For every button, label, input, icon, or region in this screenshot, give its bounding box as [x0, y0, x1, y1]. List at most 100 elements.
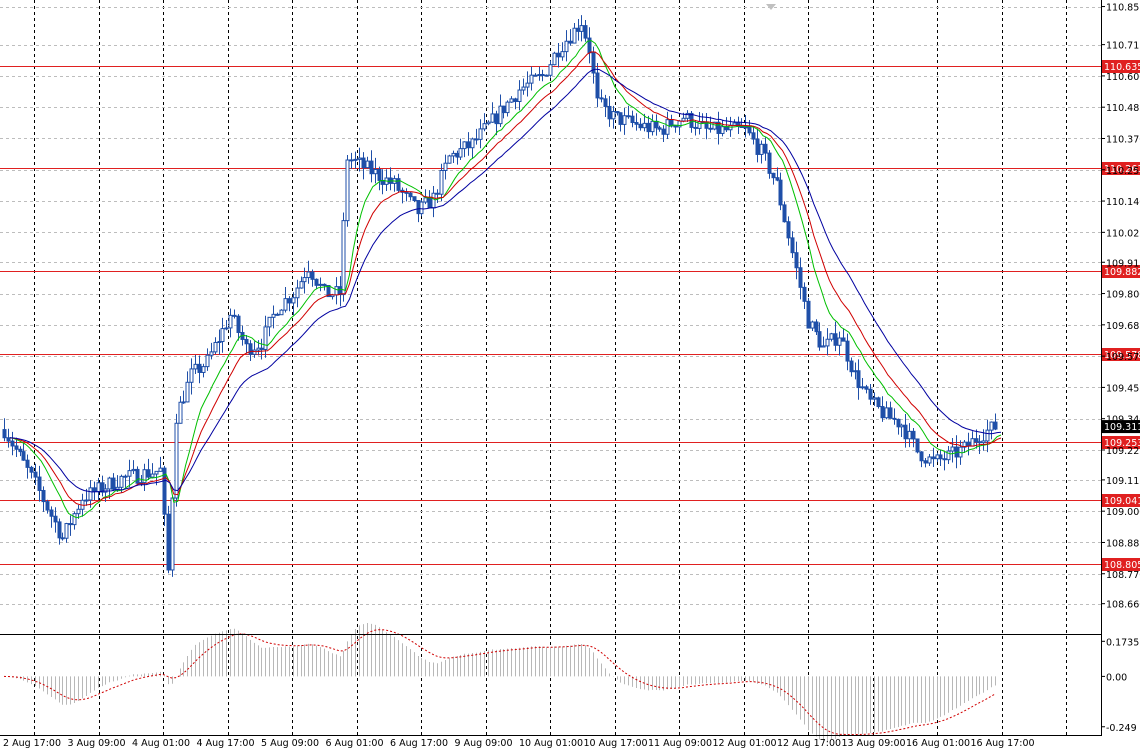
- price-tick-label: 110.025: [1106, 228, 1140, 239]
- candle-body: [64, 523, 69, 539]
- candle-body: [767, 152, 772, 174]
- oscillator-pane: 0.1735 0.00 -0.249: [3, 622, 1139, 742]
- candle-body: [287, 298, 292, 304]
- candle-body: [513, 98, 518, 102]
- time-tick-label: 9 Aug 09:00: [455, 738, 513, 749]
- candle-body: [318, 283, 323, 286]
- candle-body: [37, 476, 42, 491]
- time-tick-label: 3 Aug 09:00: [68, 738, 126, 749]
- candle-body: [985, 429, 990, 442]
- candle-body: [654, 120, 659, 129]
- candle-body: [572, 27, 577, 44]
- candle-body: [232, 314, 237, 317]
- time-tick-label: 4 Aug 01:00: [132, 738, 190, 749]
- candle-body: [462, 141, 467, 150]
- candle-body: [907, 430, 912, 440]
- candle-body: [341, 220, 346, 296]
- candle-body: [334, 286, 339, 296]
- candle-body: [529, 74, 534, 84]
- candle-body: [755, 138, 760, 155]
- candle-body: [872, 397, 877, 400]
- candle-body: [743, 126, 748, 129]
- candle-body: [724, 126, 729, 131]
- candle-body: [228, 314, 233, 329]
- candle-body: [150, 473, 155, 478]
- candle-body: [29, 466, 34, 473]
- candle-body: [829, 333, 834, 340]
- candle-body: [533, 74, 538, 77]
- candle-body: [283, 298, 288, 311]
- price-tick-label: 110.855: [1106, 3, 1140, 14]
- candle-body: [880, 406, 885, 419]
- candle-body: [408, 192, 413, 198]
- candle-body: [938, 454, 943, 460]
- candle-body: [841, 337, 846, 342]
- candle-body: [903, 424, 908, 440]
- candle-body: [661, 128, 666, 135]
- candle-body: [57, 521, 62, 539]
- candle-body: [802, 286, 807, 302]
- candle-body: [888, 407, 893, 419]
- candlestick-chart: 110.635110.261109.882109.578109.253109.0…: [0, 0, 1140, 749]
- candle-body: [201, 366, 206, 373]
- candle-body: [821, 345, 826, 348]
- price-tick-label: 110.485: [1106, 103, 1140, 114]
- candle-body: [349, 159, 354, 162]
- candle-body: [345, 159, 350, 222]
- price-tick-label: 109.000: [1106, 507, 1140, 518]
- candle-body: [490, 113, 495, 123]
- oscillator-tick-label: 0.00: [1106, 672, 1127, 683]
- time-tick-label: 12 Aug 17:00: [777, 738, 841, 749]
- candle-body: [466, 141, 471, 149]
- candle-body: [860, 386, 865, 389]
- candle-body: [353, 158, 358, 161]
- candle-body: [447, 155, 452, 164]
- candle-body: [166, 513, 171, 571]
- candle-body: [845, 340, 850, 362]
- candle-body: [72, 513, 77, 526]
- candle-body: [419, 201, 424, 215]
- candle-body: [209, 351, 214, 356]
- candle-body: [41, 489, 46, 503]
- candle-body: [220, 328, 225, 343]
- candle-body: [693, 126, 698, 129]
- candle-body: [478, 128, 483, 140]
- time-tick-label: 10 Aug 01:00: [519, 738, 583, 749]
- candle-body: [6, 437, 11, 442]
- candle-body: [458, 148, 463, 158]
- candle-body: [248, 343, 253, 355]
- candle-body: [630, 115, 635, 124]
- price-tick-label: 109.340: [1106, 415, 1140, 426]
- candle-body: [650, 120, 655, 133]
- price-tick-label: 109.115: [1106, 476, 1140, 487]
- time-tick-label: 12 Aug 01:00: [713, 738, 777, 749]
- candle-body: [607, 105, 612, 120]
- candle-body: [665, 119, 670, 135]
- candle-body: [373, 169, 378, 175]
- candle-body: [322, 283, 327, 286]
- candle-body: [259, 347, 264, 350]
- candle-body: [560, 51, 565, 58]
- price-tick-label: 108.660: [1106, 600, 1140, 611]
- candle-body: [14, 445, 19, 450]
- candle-body: [931, 456, 936, 460]
- candle-body: [302, 277, 307, 283]
- candle-body: [798, 267, 803, 288]
- candle-body: [556, 52, 561, 58]
- candle-body: [751, 132, 756, 140]
- candle-body: [927, 456, 932, 464]
- candle-body: [45, 501, 50, 511]
- oscillator-signal-line: [3, 629, 996, 736]
- candle-body: [583, 25, 588, 39]
- candle-body: [49, 509, 54, 517]
- candle-body: [111, 477, 116, 490]
- candle-body: [782, 204, 787, 223]
- candle-body: [295, 287, 300, 299]
- oscillator-tick-label: -0.249: [1106, 723, 1137, 734]
- candle-body: [856, 370, 861, 389]
- candle-body: [299, 281, 304, 289]
- price-tick-label: 108.770: [1106, 570, 1140, 581]
- candle-body: [505, 101, 510, 114]
- price-tick-label: 110.600: [1106, 72, 1140, 83]
- candle-body: [599, 97, 604, 100]
